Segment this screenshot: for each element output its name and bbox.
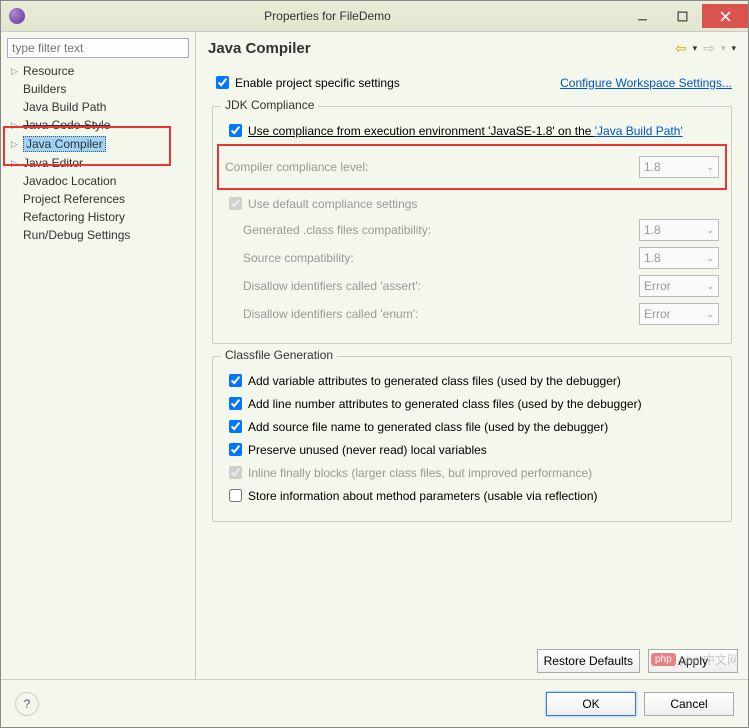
source-compat-select: 1.8⌄ [639,247,719,269]
sidebar-item-refactoring-history[interactable]: Refactoring History [7,208,189,226]
minimize-button[interactable] [622,4,662,28]
disallow-enum-label: Disallow identifiers called 'enum': [243,307,639,321]
sidebar-item-builders[interactable]: Builders [7,80,189,98]
disallow-enum-select: Error⌄ [639,303,719,325]
configure-workspace-link[interactable]: Configure Workspace Settings... [560,76,732,90]
jdk-compliance-title: JDK Compliance [221,98,318,112]
sidebar-item-resource[interactable]: ▷Resource [7,62,189,80]
jdk-compliance-group: JDK Compliance Use compliance from execu… [212,106,732,344]
java-build-path-link[interactable]: 'Java Build Path' [595,124,683,138]
sidebar-item-project-references[interactable]: Project References [7,190,189,208]
enable-project-specific-label: Enable project specific settings [235,76,400,90]
use-default-compliance-checkbox: Use default compliance settings [225,194,719,213]
source-compat-label: Source compatibility: [243,251,639,265]
sidebar: ▷Resource Builders Java Build Path ▷Java… [1,32,196,679]
apply-button[interactable]: Apply [648,649,738,673]
disallow-assert-label: Disallow identifiers called 'assert': [243,279,639,293]
cf-line-no-checkbox[interactable]: Add line number attributes to generated … [225,394,719,413]
close-button[interactable] [702,4,748,28]
back-menu-icon[interactable]: ▾ [693,43,698,54]
use-compliance-env-label: Use compliance from execution environmen… [248,124,683,138]
page-header: Java Compiler ⇦ ▾ ⇨ ▾ ▾ [196,32,748,65]
dialog-footer: ? OK Cancel [1,679,748,727]
gen-class-compat-select: 1.8⌄ [639,219,719,241]
compiler-level-label: Compiler compliance level: [225,160,639,174]
title-bar: Properties for FileDemo [1,1,748,31]
highlight-annotation: Compiler compliance level: 1.8⌄ [217,144,727,190]
cf-preserve-checkbox[interactable]: Preserve unused (never read) local varia… [225,440,719,459]
page-title: Java Compiler [208,40,675,57]
use-compliance-env-checkbox[interactable]: Use compliance from execution environmen… [225,121,719,140]
cf-src-name-checkbox[interactable]: Add source file name to generated class … [225,417,719,436]
classfile-generation-title: Classfile Generation [221,348,337,362]
compiler-level-select: 1.8⌄ [639,156,719,178]
sidebar-item-java-code-style[interactable]: ▷Java Code Style [7,116,189,134]
window-title: Properties for FileDemo [33,9,622,23]
help-icon[interactable]: ? [15,692,39,716]
sidebar-item-javadoc-location[interactable]: Javadoc Location [7,172,189,190]
back-arrow-icon[interactable]: ⇦ [675,40,687,57]
gen-class-compat-label: Generated .class files compatibility: [243,223,639,237]
enable-project-specific-checkbox[interactable]: Enable project specific settings [212,73,400,92]
cf-inline-checkbox: Inline finally blocks (larger class file… [225,463,719,482]
ok-button[interactable]: OK [546,692,636,716]
use-default-compliance-label: Use default compliance settings [248,197,417,211]
nav-tree: ▷Resource Builders Java Build Path ▷Java… [7,62,189,244]
cf-var-attr-checkbox[interactable]: Add variable attributes to generated cla… [225,371,719,390]
sidebar-item-java-compiler[interactable]: ▷Java Compiler [7,134,189,154]
maximize-button[interactable] [662,4,702,28]
forward-menu-icon[interactable]: ▾ [721,43,726,54]
filter-input[interactable] [7,38,189,58]
classfile-generation-group: Classfile Generation Add variable attrib… [212,356,732,522]
view-menu-icon[interactable]: ▾ [731,43,736,54]
cf-store-checkbox[interactable]: Store information about method parameter… [225,486,719,505]
sidebar-item-run-debug[interactable]: Run/Debug Settings [7,226,189,244]
restore-defaults-button[interactable]: Restore Defaults [537,649,640,673]
forward-arrow-icon[interactable]: ⇨ [703,40,715,57]
eclipse-icon [9,8,25,24]
disallow-assert-select: Error⌄ [639,275,719,297]
sidebar-item-java-build-path[interactable]: Java Build Path [7,98,189,116]
sidebar-item-java-editor[interactable]: ▷Java Editor [7,154,189,172]
cancel-button[interactable]: Cancel [644,692,734,716]
